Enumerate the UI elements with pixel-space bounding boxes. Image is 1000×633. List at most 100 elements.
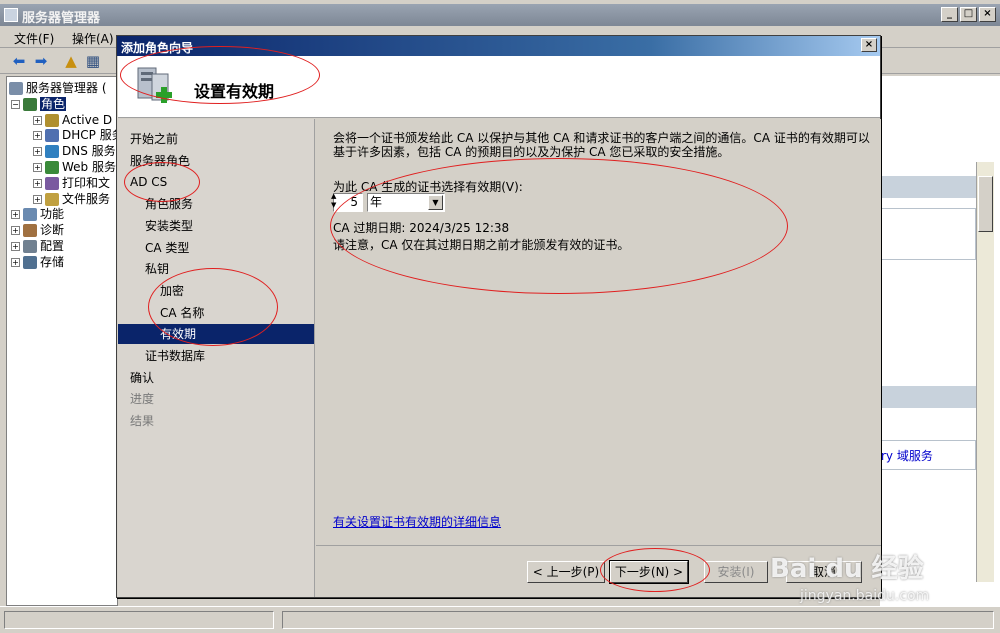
expand-icon[interactable]: + xyxy=(11,226,20,236)
annotation-circle-adcs xyxy=(124,162,200,202)
nav-item-label: CA 类型 xyxy=(145,240,190,255)
tree-node-icon xyxy=(45,176,59,190)
details-scrollbar[interactable] xyxy=(976,162,994,582)
forward-arrow-icon[interactable]: ➡ xyxy=(32,52,50,70)
tree-node[interactable]: + Active D xyxy=(33,112,112,128)
tree-node-icon xyxy=(45,129,59,143)
minimize-button[interactable]: _ xyxy=(941,7,958,22)
tree-node-icon xyxy=(23,224,37,238)
tree-node[interactable]: + 诊断 xyxy=(11,222,64,238)
nav-item: CA 类型 xyxy=(118,238,189,258)
server-manager-title: 服务器管理器 xyxy=(22,11,101,26)
validity-description: 会将一个证书颁发给此 CA 以保护与其他 CA 和请求证书的客户端之间的通信。C… xyxy=(333,131,870,159)
close-window-button[interactable]: × xyxy=(979,7,996,22)
tree-node-label: 配置 xyxy=(40,239,65,253)
nav-item: 私钥 xyxy=(118,259,169,279)
annotation-circle-nav xyxy=(148,268,278,346)
nav-item-label: 结果 xyxy=(130,414,155,429)
details-section-box xyxy=(880,208,976,260)
back-arrow-icon[interactable]: ⬅ xyxy=(10,52,28,70)
details-section-header-2 xyxy=(880,386,976,408)
tree-node-icon xyxy=(23,255,37,269)
console-tree: 服务器管理器 (− 角色 + Active D + DHCP 服务 + DNS 服务 + Web … xyxy=(6,76,124,606)
details-section-box-2: ry 域服务 xyxy=(880,440,976,470)
expand-icon[interactable]: + xyxy=(11,210,20,220)
tree-node-label: 功能 xyxy=(40,207,65,222)
tree-node[interactable]: + Web 服务 xyxy=(33,159,116,175)
tree-node-label: DNS 服务 xyxy=(62,144,116,159)
nav-item: 确认 xyxy=(118,368,154,388)
details-section-header xyxy=(880,176,976,198)
expand-icon[interactable]: + xyxy=(33,115,42,125)
expand-icon[interactable]: + xyxy=(33,163,42,172)
expand-icon[interactable]: + xyxy=(33,178,42,188)
tree-node-label: 文件服务 xyxy=(62,191,111,206)
watermark-url: jingyan.baidu.com xyxy=(800,588,930,604)
tree-node[interactable]: 服务器管理器 ( xyxy=(9,80,107,96)
expand-icon[interactable]: + xyxy=(11,242,20,251)
tree-node-label: 服务器管理器 ( xyxy=(26,81,107,95)
expand-icon[interactable]: + xyxy=(33,147,42,157)
nav-item: 证书数据库 xyxy=(118,346,205,366)
tree-node[interactable]: + 文件服务 xyxy=(33,191,110,207)
tree-node-label: Active D xyxy=(62,112,113,127)
nav-item: 进度 xyxy=(118,389,154,409)
annotation-circle-next xyxy=(600,548,710,592)
nav-item-label: 确认 xyxy=(130,370,155,385)
install-button[interactable]: 安装(I) xyxy=(704,561,768,583)
nav-item-label: 进度 xyxy=(130,392,155,407)
tree-node-icon xyxy=(45,145,59,159)
tree-node-label: Web 服务 xyxy=(62,160,116,174)
tree-node[interactable]: + 配置 xyxy=(11,238,64,254)
tree-node-icon xyxy=(23,240,37,253)
menu-file[interactable]: 文件(F) xyxy=(14,30,54,47)
expand-icon[interactable]: + xyxy=(11,257,20,267)
status-panel-2 xyxy=(282,611,994,629)
tree-node-label: 角色 xyxy=(40,96,67,111)
server-manager-titlebar: 服务器管理器 _ □ × xyxy=(0,4,1000,26)
tree-node[interactable]: + 功能 xyxy=(11,206,64,222)
nav-item-label: 证书数据库 xyxy=(145,349,206,363)
tree-node[interactable]: + DHCP 服务 xyxy=(33,127,124,143)
show-hide-tree-icon[interactable]: ▦ xyxy=(84,52,102,70)
domain-services-link[interactable]: ry 域服务 xyxy=(881,447,933,464)
tree-node-label: 存储 xyxy=(40,254,65,269)
tree-node[interactable]: + 打印和文 xyxy=(33,175,110,191)
tree-node-label: DHCP 服务 xyxy=(62,128,124,143)
wizard-close-button[interactable]: × xyxy=(861,38,877,52)
tree-node[interactable]: − 角色 xyxy=(11,96,67,112)
screen: 服务器管理器 _ □ × 文件(F) 操作(A) ⬅ ➡ ▲ ▦ 服务器管理器 … xyxy=(0,0,1000,633)
status-bar xyxy=(0,606,1000,633)
menu-action[interactable]: 操作(A) xyxy=(72,30,114,47)
tree-node-icon xyxy=(45,113,59,127)
maximize-button[interactable]: □ xyxy=(960,7,977,22)
more-info-link[interactable]: 有关设置证书有效期的详细信息 xyxy=(333,513,501,530)
annotation-circle-header xyxy=(120,46,320,104)
back-button[interactable]: < 上一步(P) xyxy=(527,561,605,583)
tree-node-label: 诊断 xyxy=(40,223,65,238)
tree-node-icon xyxy=(23,97,37,111)
tree-node-icon xyxy=(23,208,37,222)
server-manager-app-icon xyxy=(4,8,18,22)
tree-node-icon xyxy=(45,161,59,174)
nav-item: 结果 xyxy=(118,411,154,431)
expand-icon[interactable]: + xyxy=(33,131,42,141)
spinner-arrows-icon[interactable]: ▲ ▼ xyxy=(331,192,336,210)
scrollbar-thumb[interactable] xyxy=(978,176,993,232)
nav-item: 安装类型 xyxy=(118,216,193,236)
status-panel-1 xyxy=(4,611,274,629)
watermark-brand: Bai du 经验 xyxy=(770,554,924,584)
nav-item-label: 开始之前 xyxy=(130,132,179,146)
collapse-icon[interactable]: − xyxy=(11,99,20,109)
tree-node[interactable]: + DNS 服务 xyxy=(33,143,116,159)
nav-item: 开始之前 xyxy=(118,129,178,149)
tree-node[interactable]: + 存储 xyxy=(11,254,64,270)
nav-item-label: 安装类型 xyxy=(145,218,194,233)
annotation-circle-validity xyxy=(330,158,788,294)
expand-icon[interactable]: + xyxy=(33,194,42,204)
tree-node-icon xyxy=(9,82,23,95)
nav-item-label: 私钥 xyxy=(145,262,170,277)
tree-node-label: 打印和文 xyxy=(62,175,111,190)
up-folder-icon[interactable]: ▲ xyxy=(62,52,80,70)
tree-node-icon xyxy=(45,192,59,206)
